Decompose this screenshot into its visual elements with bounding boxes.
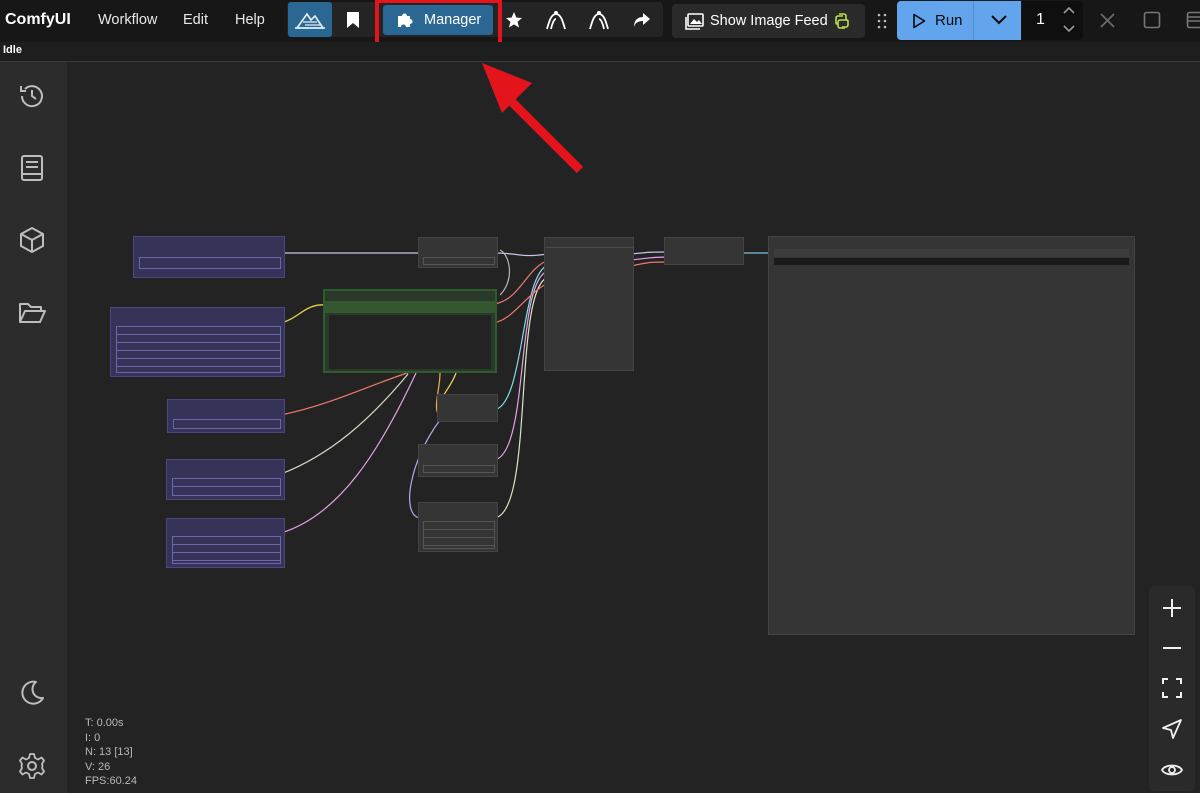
canvas-controls <box>1149 586 1195 791</box>
node-divider <box>545 247 633 248</box>
annotation-arrow <box>482 63 584 174</box>
node-widget[interactable] <box>116 326 281 373</box>
wire <box>493 282 549 324</box>
node-widget[interactable] <box>173 419 281 429</box>
stat-nodes: N: 13 [13] <box>85 746 133 758</box>
graph-node[interactable] <box>544 237 634 371</box>
graph-node[interactable] <box>323 289 497 373</box>
graph-node[interactable] <box>418 237 498 268</box>
graph-node[interactable] <box>418 502 498 552</box>
node-widget[interactable] <box>774 249 1129 257</box>
graph-node[interactable] <box>418 444 498 477</box>
node-widget[interactable] <box>423 465 495 473</box>
wire <box>630 251 668 255</box>
zoom-out-icon[interactable] <box>1160 636 1184 660</box>
zoom-in-icon[interactable] <box>1160 596 1184 620</box>
wire <box>280 372 417 534</box>
wire <box>493 259 549 305</box>
fit-view-icon[interactable] <box>1160 676 1184 700</box>
graph-node[interactable] <box>768 236 1135 635</box>
node-widget[interactable] <box>172 478 281 496</box>
wire <box>499 249 510 296</box>
perf-stats: T: 0.00s I: 0 N: 13 [13] V: 26 FPS:60.24 <box>85 716 137 789</box>
locate-icon[interactable] <box>1160 717 1184 741</box>
graph-node[interactable] <box>110 307 285 377</box>
stat-iterations: I: 0 <box>85 731 101 744</box>
wire <box>630 256 668 261</box>
graph-node[interactable] <box>664 237 744 265</box>
wire <box>493 276 549 519</box>
graph-node[interactable] <box>133 236 285 278</box>
node-widget[interactable] <box>325 301 495 313</box>
node-widget[interactable] <box>139 257 281 269</box>
stat-time: T: 0.00s <box>85 717 124 729</box>
wire <box>493 264 549 411</box>
graph-node[interactable] <box>166 459 285 500</box>
graph-node[interactable] <box>166 518 285 568</box>
wire <box>493 252 549 257</box>
node-widget[interactable] <box>172 536 281 564</box>
graph-node[interactable] <box>437 394 498 422</box>
node-widget[interactable] <box>423 257 495 265</box>
wire <box>280 373 409 475</box>
node-widget[interactable] <box>423 521 495 549</box>
wire <box>280 304 328 324</box>
wire <box>630 261 668 267</box>
stat-fps: FPS:60.24 <box>85 775 137 787</box>
node-widget[interactable] <box>774 258 1129 265</box>
stat-vertices: V: 26 <box>85 760 111 773</box>
eye-icon[interactable] <box>1160 758 1184 782</box>
graph-node[interactable] <box>167 399 285 433</box>
node-text-area[interactable] <box>329 315 491 369</box>
